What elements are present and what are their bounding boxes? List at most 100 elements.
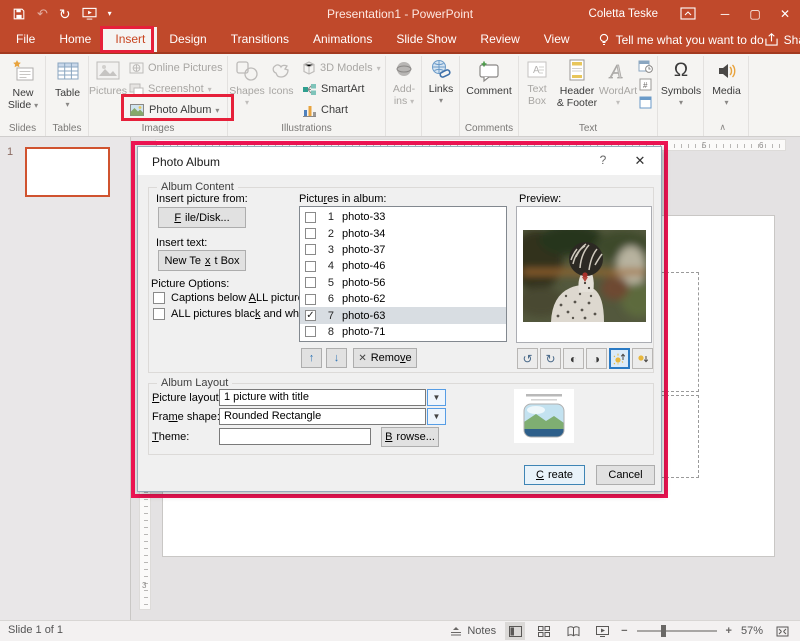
zoom-out-button[interactable]: − [621, 625, 627, 637]
list-item[interactable]: ✓ 7 photo-63 [300, 307, 506, 324]
reading-view-button[interactable] [563, 622, 583, 640]
zoom-slider[interactable] [636, 625, 717, 637]
tab-insert[interactable]: Insert [103, 27, 158, 52]
add-ins-button[interactable]: Add-ins ▾ [388, 59, 420, 108]
picture-layout-combo-arrow[interactable]: ▼ [427, 389, 446, 406]
list-item[interactable]: 4 photo-46 [300, 258, 506, 274]
move-down-button[interactable]: ↓ [326, 348, 347, 368]
tab-home[interactable]: Home [47, 27, 103, 52]
frame-shape-combo[interactable]: Rounded Rectangle [219, 408, 426, 425]
icons-button[interactable]: Icons [266, 59, 296, 97]
slide-indicator[interactable]: Slide 1 of 1 [8, 624, 63, 636]
create-button[interactable]: Create [524, 465, 585, 485]
contrast-decrease-button[interactable]: ◑ [586, 348, 607, 369]
3d-models-button[interactable]: 3D Models ▾ [299, 58, 384, 78]
pictures-listbox[interactable]: 1 photo-33 2 photo-34 3 photo-37 4 photo-46 … [299, 206, 507, 342]
links-button[interactable]: Links ▾ [425, 59, 457, 107]
black-white-checkbox-row[interactable]: ALL pictures black and white [153, 308, 311, 320]
ribbon-display-options-icon[interactable] [680, 6, 696, 21]
black-white-checkbox[interactable] [153, 308, 165, 320]
tab-view[interactable]: View [532, 27, 582, 52]
tab-file[interactable]: File [4, 27, 47, 52]
item-checkbox[interactable] [305, 228, 316, 240]
new-slide-button[interactable]: New Slide ▾ [5, 59, 41, 112]
contrast-increase-button[interactable]: ◐ [563, 348, 584, 369]
captions-checkbox[interactable] [153, 292, 165, 304]
list-item[interactable]: 5 photo-56 [300, 275, 506, 291]
slide-sorter-view-button[interactable] [534, 622, 554, 640]
table-button[interactable]: Table ▾ [51, 59, 84, 111]
collapse-ribbon-icon[interactable]: ∧ [719, 122, 726, 133]
maximize-button[interactable]: ▢ [740, 0, 770, 27]
frame-shape-combo-arrow[interactable]: ▼ [427, 408, 446, 425]
brightness-decrease-button[interactable] [632, 348, 653, 369]
photo-album-button[interactable]: Photo Album ▾ [126, 100, 222, 120]
item-checkbox[interactable] [305, 293, 316, 305]
save-icon[interactable] [12, 7, 26, 21]
item-checkbox[interactable]: ✓ [305, 310, 316, 322]
list-item[interactable]: 2 photo-34 [300, 225, 506, 241]
item-checkbox[interactable] [305, 277, 316, 289]
rotate-right-button[interactable]: ↻ [540, 348, 561, 369]
repeat-icon[interactable]: ↻ [59, 7, 71, 21]
media-button[interactable]: Media ▾ [709, 59, 744, 109]
chart-button[interactable]: Chart [299, 100, 351, 120]
symbols-button[interactable]: Ω Symbols ▾ [661, 59, 701, 109]
customize-qat-icon[interactable]: ▾ [108, 9, 112, 18]
dialog-help-button[interactable]: ? [590, 153, 616, 167]
fit-slide-to-window-button[interactable] [772, 622, 792, 640]
minimize-button[interactable]: ─ [710, 0, 740, 27]
undo-icon[interactable]: ↶ [37, 7, 48, 20]
item-checkbox[interactable] [305, 244, 316, 256]
start-from-beginning-icon[interactable] [82, 7, 97, 20]
move-up-button[interactable]: ↑ [301, 348, 322, 368]
picture-layout-combo[interactable]: 1 picture with title [219, 389, 426, 406]
online-pictures-button[interactable]: Online Pictures [126, 58, 226, 78]
browse-button[interactable]: Browse... [381, 427, 439, 447]
rotate-left-button[interactable]: ↺ [517, 348, 538, 369]
slide-thumbnail[interactable] [25, 147, 110, 197]
tab-slide-show[interactable]: Slide Show [384, 27, 468, 52]
shapes-button[interactable]: Shapes ▾ [229, 59, 265, 109]
remove-button[interactable]: ✕ Remove [353, 348, 417, 368]
item-checkbox[interactable] [305, 326, 316, 338]
cancel-button[interactable]: Cancel [596, 465, 655, 485]
object-icon[interactable] [638, 96, 653, 109]
list-item[interactable]: 6 photo-62 [300, 291, 506, 307]
item-checkbox[interactable] [305, 211, 316, 223]
brightness-increase-button[interactable] [609, 348, 630, 369]
notes-button[interactable]: Notes [450, 625, 496, 637]
date-time-icon[interactable] [638, 60, 653, 73]
tab-design[interactable]: Design [157, 27, 218, 52]
item-checkbox[interactable] [305, 260, 316, 272]
captions-checkbox-row[interactable]: Captions below ALL pictures [153, 292, 309, 304]
smartart-button[interactable]: SmartArt [299, 79, 367, 99]
zoom-in-button[interactable]: + [726, 625, 732, 637]
header-footer-button[interactable]: Header & Footer [555, 59, 599, 109]
text-box-button[interactable]: A Text Box [521, 59, 553, 107]
tab-review[interactable]: Review [468, 27, 531, 52]
screenshot-button[interactable]: Screenshot ▾ [126, 79, 215, 99]
zoom-level[interactable]: 57% [741, 625, 763, 637]
normal-view-button[interactable] [505, 622, 526, 640]
tab-animations[interactable]: Animations [301, 27, 384, 52]
share-button[interactable]: Share [764, 33, 800, 47]
signed-in-user[interactable]: Coletta Teske [589, 8, 658, 20]
slide-number-icon[interactable]: # [638, 78, 653, 91]
list-item[interactable]: 1 photo-33 [300, 209, 506, 225]
list-item[interactable]: 8 photo-71 [300, 324, 506, 340]
slide-show-button[interactable] [592, 622, 612, 640]
comment-button[interactable]: Comment [463, 59, 515, 97]
pictures-button[interactable]: Pictures [89, 59, 127, 97]
list-item[interactable]: 3 photo-37 [300, 242, 506, 258]
theme-input[interactable] [219, 428, 371, 445]
new-text-box-button[interactable]: New Te x t Box [158, 250, 246, 271]
dialog-close-button[interactable]: ✕ [626, 153, 654, 169]
file-disk-button[interactable]: File/Disk... [158, 207, 246, 228]
tab-transitions[interactable]: Transitions [219, 27, 301, 52]
tell-me-box[interactable]: Tell me what you want to do [598, 33, 764, 47]
wordart-button[interactable]: A WordArt ▾ [599, 59, 637, 109]
close-button[interactable]: ✕ [770, 0, 800, 27]
dialog-title-bar[interactable]: Photo Album ? ✕ [138, 147, 661, 175]
zoom-slider-handle[interactable] [660, 625, 666, 637]
